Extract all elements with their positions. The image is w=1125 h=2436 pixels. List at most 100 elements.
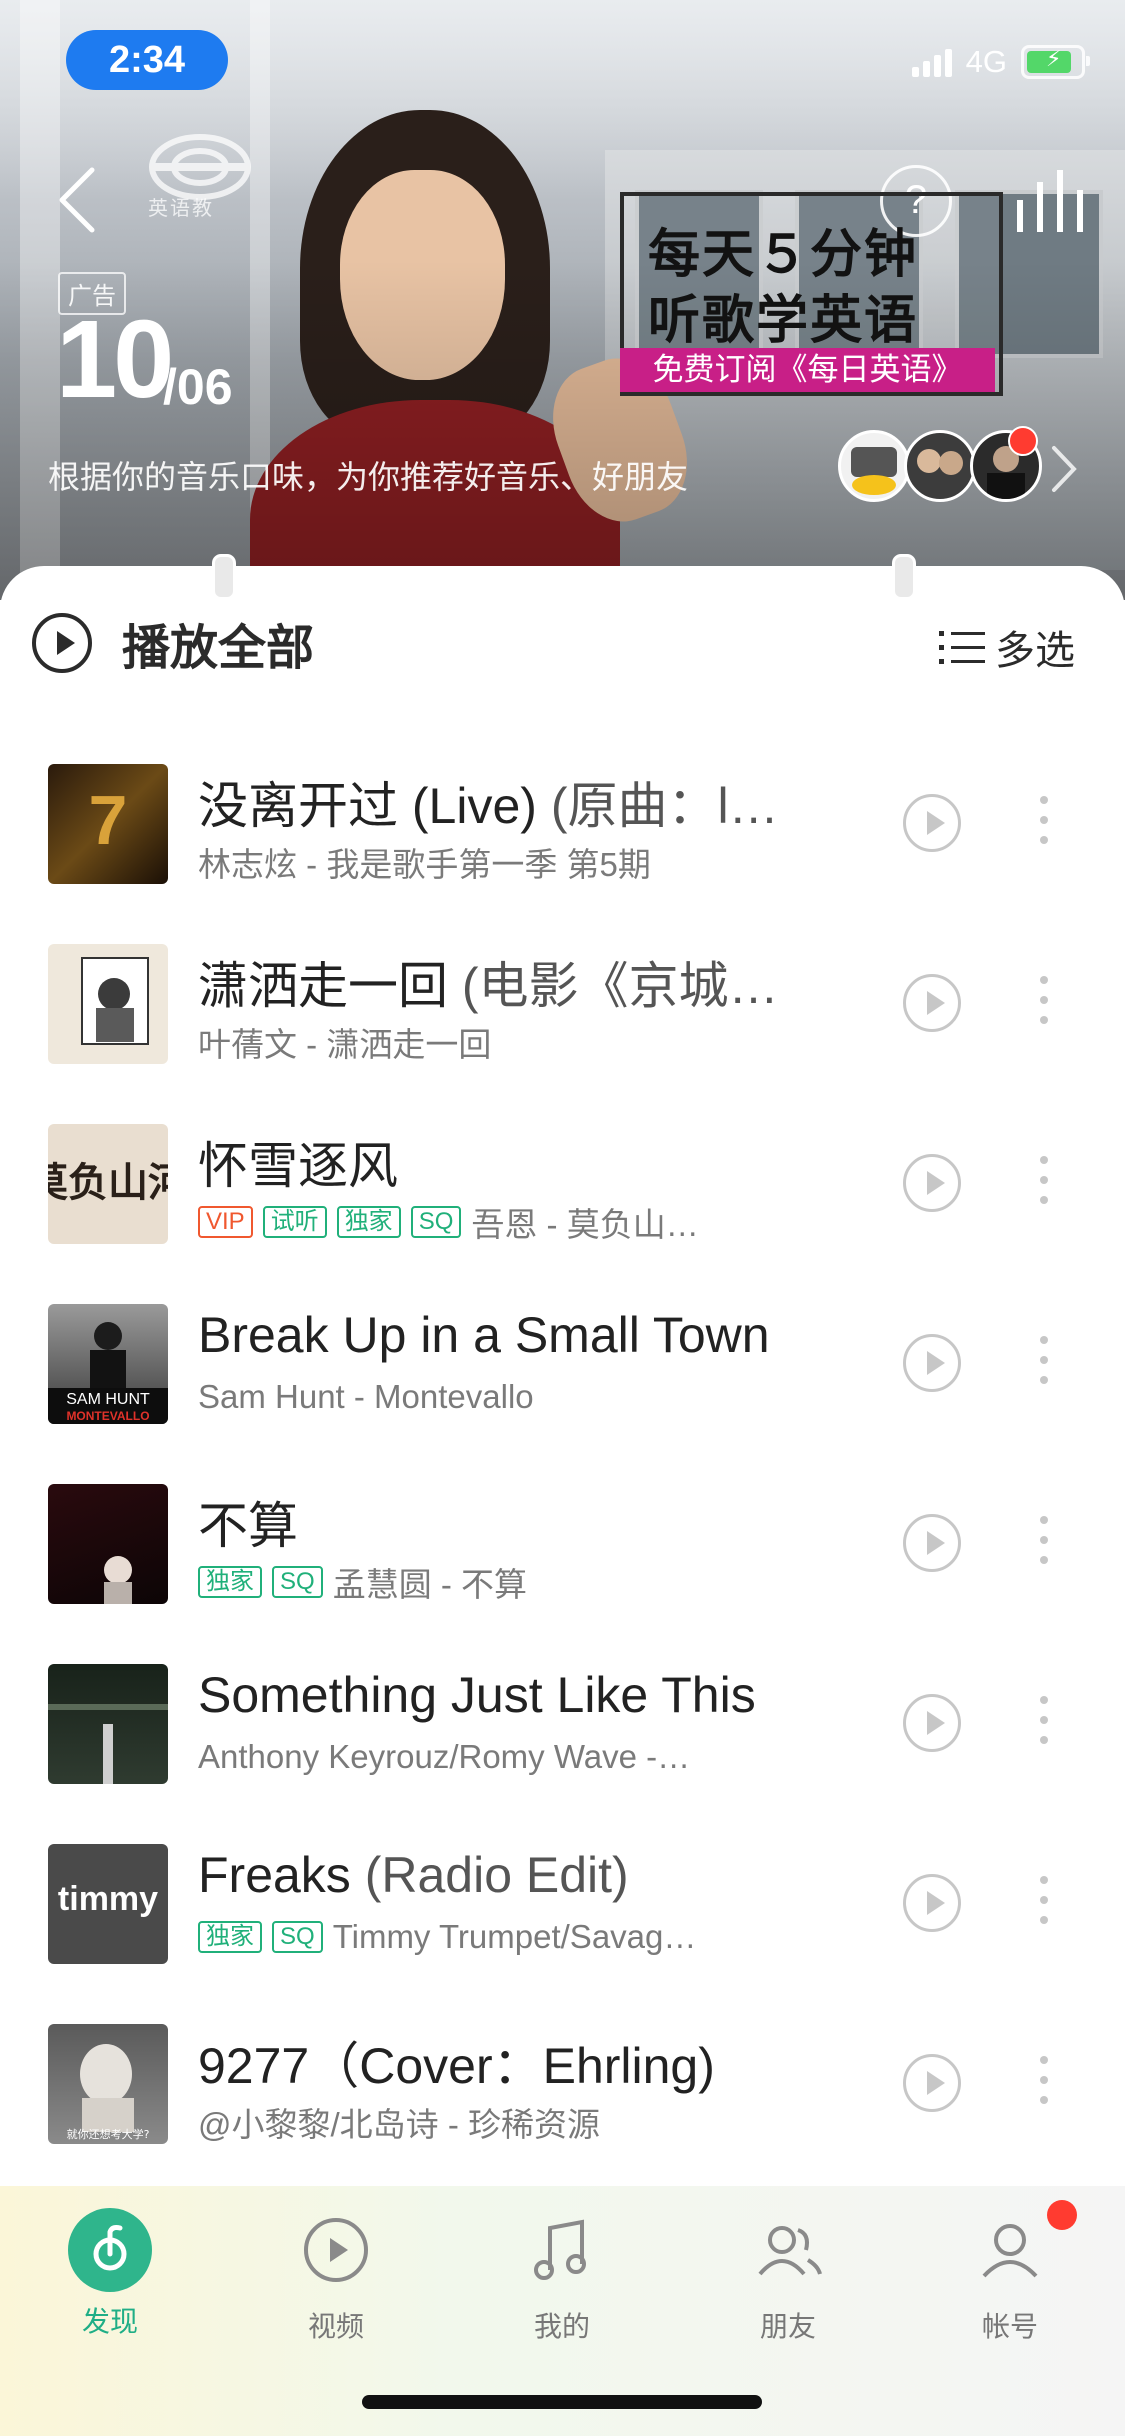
- song-row[interactable]: 不算 独家 SQ 孟慧圆 - 不算: [0, 1446, 1125, 1626]
- song-row[interactable]: 潇洒走一回 (电影《京城… 叶蒨文 - 潇洒走一回: [0, 906, 1125, 1086]
- date-month: /06: [163, 359, 233, 415]
- song-title: 没离开过 (Live) (原曲：l…: [198, 778, 779, 834]
- play-video-button[interactable]: [903, 1874, 961, 1932]
- song-row[interactable]: 7 没离开过 (Live) (原曲：l… 林志炫 - 我是歌手第一季 第5期: [0, 726, 1125, 906]
- svg-text:7: 7: [89, 781, 128, 859]
- tab-label: 视频: [307, 2311, 364, 2342]
- song-row[interactable]: 就你还想考大学? 9277（Cover：Ehrling) @小黎黎/北岛诗 - …: [0, 1986, 1125, 2166]
- song-cover: [48, 1664, 168, 1784]
- more-icon[interactable]: [1032, 976, 1056, 1036]
- promo-subscribe[interactable]: 免费订阅《每日英语》: [620, 348, 995, 392]
- song-subtitle: Anthony Keyrouz/Romy Wave -…: [198, 1738, 691, 1775]
- song-title: 怀雪逐风: [198, 1138, 398, 1194]
- song-title: Freaks (Radio Edit): [198, 1847, 629, 1903]
- song-cover: 莫负山河: [48, 1124, 168, 1244]
- more-icon[interactable]: [1032, 1156, 1056, 1216]
- tab-label: 帐号: [981, 2311, 1038, 2342]
- hero-banner[interactable]: 2:34 4G ⚡ 英语教 ? 广告 10 /06 根据你的音乐口味，为你推荐好…: [0, 0, 1125, 600]
- play-all-label: 播放全部: [122, 622, 315, 675]
- hero-subtitle: 根据你的音乐口味，为你推荐好音乐、好朋友: [48, 459, 689, 495]
- song-title: Something Just Like This: [198, 1667, 756, 1723]
- cover-calligraphy: 莫负山河: [48, 1159, 168, 1206]
- playlist-card: 播放全部 多选 7 没离开过 (Live) (原曲：l… 林志炫 - 我是歌手第…: [0, 554, 1125, 2186]
- song-cover: [48, 944, 168, 1064]
- more-icon[interactable]: [1032, 1336, 1056, 1396]
- equalizer-icon[interactable]: [1015, 170, 1085, 232]
- song-subtitle: @小黎黎/北岛诗 - 珍稀资源: [198, 2106, 600, 2143]
- play-video-button[interactable]: [903, 1514, 961, 1572]
- brand-logo-text: 英语教: [148, 198, 214, 220]
- discover-icon: [68, 2208, 152, 2292]
- play-all-button[interactable]: 播放全部: [32, 608, 314, 678]
- song-cover: [48, 1484, 168, 1604]
- play-video-button[interactable]: [903, 2054, 961, 2112]
- play-video-button[interactable]: [903, 794, 961, 852]
- song-title: 潇洒走一回 (电影《京城…: [198, 958, 779, 1014]
- song-cover: SAM HUNT MONTEVALLO: [48, 1304, 168, 1424]
- tab-my-music[interactable]: 我的: [492, 2208, 632, 2345]
- card-hook: [892, 554, 916, 600]
- song-cover: timmy: [48, 1844, 168, 1964]
- promo-line-2: 听歌学英语: [648, 292, 919, 350]
- tag-exclusive: 独家: [198, 1921, 262, 1953]
- date-day: 10: [56, 298, 174, 421]
- tag-trial: 试听: [262, 1206, 327, 1238]
- song-subtitle: 独家 SQ 孟慧圆 - 不算: [198, 1558, 798, 1606]
- tag-vip: VIP: [198, 1206, 253, 1238]
- video-icon: [304, 2218, 368, 2282]
- avatar: [838, 430, 910, 502]
- account-icon: [982, 2224, 1038, 2278]
- home-indicator[interactable]: [362, 2395, 762, 2409]
- play-circle-icon: [32, 613, 92, 673]
- more-icon[interactable]: [1032, 1516, 1056, 1576]
- tab-label: 发现: [81, 2306, 138, 2337]
- song-subtitle: 独家 SQ Timmy Trumpet/Savag…: [198, 1918, 798, 1956]
- tab-friends[interactable]: 朋友: [718, 2208, 858, 2345]
- play-video-button[interactable]: [903, 1694, 961, 1752]
- svg-text:SAM HUNT: SAM HUNT: [66, 1391, 150, 1408]
- tag-sq: SQ: [410, 1206, 462, 1238]
- account-badge: [1047, 2200, 1077, 2230]
- list-icon: [939, 631, 985, 664]
- chevron-right-icon[interactable]: [1048, 444, 1078, 494]
- song-row[interactable]: timmy Freaks (Radio Edit) 独家 SQ Timmy Tr…: [0, 1806, 1125, 1986]
- card-hook: [212, 554, 236, 600]
- multi-select-label: 多选: [995, 629, 1075, 673]
- tag-sq: SQ: [272, 1921, 323, 1953]
- song-row[interactable]: Something Just Like This Anthony Keyrouz…: [0, 1626, 1125, 1806]
- music-note-icon: [534, 2219, 586, 2280]
- tab-discover[interactable]: 发现: [40, 2208, 180, 2340]
- network-type: 4G: [965, 44, 1007, 79]
- back-icon[interactable]: [52, 165, 102, 235]
- song-title: 9277（Cover：Ehrling): [198, 2038, 715, 2094]
- song-subtitle: 叶蒨文 - 潇洒走一回: [198, 1026, 492, 1063]
- tag-sq: SQ: [272, 1566, 323, 1598]
- play-video-button[interactable]: [903, 1154, 961, 1212]
- song-row[interactable]: SAM HUNT MONTEVALLO Break Up in a Small …: [0, 1266, 1125, 1446]
- tab-video[interactable]: 视频: [266, 2208, 406, 2345]
- song-cover: 就你还想考大学?: [48, 2024, 168, 2144]
- tag-exclusive: 独家: [336, 1206, 401, 1238]
- more-icon[interactable]: [1032, 1876, 1056, 1936]
- play-video-button[interactable]: [903, 1334, 961, 1392]
- song-title: Break Up in a Small Town: [198, 1307, 770, 1363]
- svg-text:MONTEVALLO: MONTEVALLO: [66, 1409, 149, 1423]
- song-subtitle: Sam Hunt - Montevallo: [198, 1378, 534, 1415]
- status-time: 2:34: [66, 30, 228, 90]
- tab-label: 我的: [533, 2311, 590, 2342]
- tag-exclusive: 独家: [198, 1566, 262, 1598]
- play-video-button[interactable]: [903, 974, 961, 1032]
- signal-icon: [911, 47, 952, 77]
- multi-select-button[interactable]: 多选: [939, 618, 1075, 676]
- more-icon[interactable]: [1032, 1696, 1056, 1756]
- more-icon[interactable]: [1032, 796, 1056, 856]
- song-cover: 7: [48, 764, 168, 884]
- tab-label: 朋友: [759, 2311, 816, 2342]
- song-title: 不算: [198, 1498, 298, 1554]
- status-indicators: 4G ⚡: [911, 44, 1090, 80]
- battery-icon: ⚡: [1021, 45, 1090, 79]
- song-subtitle: VIP 试听 独家 SQ 吾恩 - 莫负山…: [198, 1198, 798, 1246]
- song-row[interactable]: 莫负山河 怀雪逐风 VIP 试听 独家 SQ 吾恩 - 莫负山…: [0, 1086, 1125, 1266]
- svg-text:timmy: timmy: [58, 1880, 158, 1918]
- more-icon[interactable]: [1032, 2056, 1056, 2116]
